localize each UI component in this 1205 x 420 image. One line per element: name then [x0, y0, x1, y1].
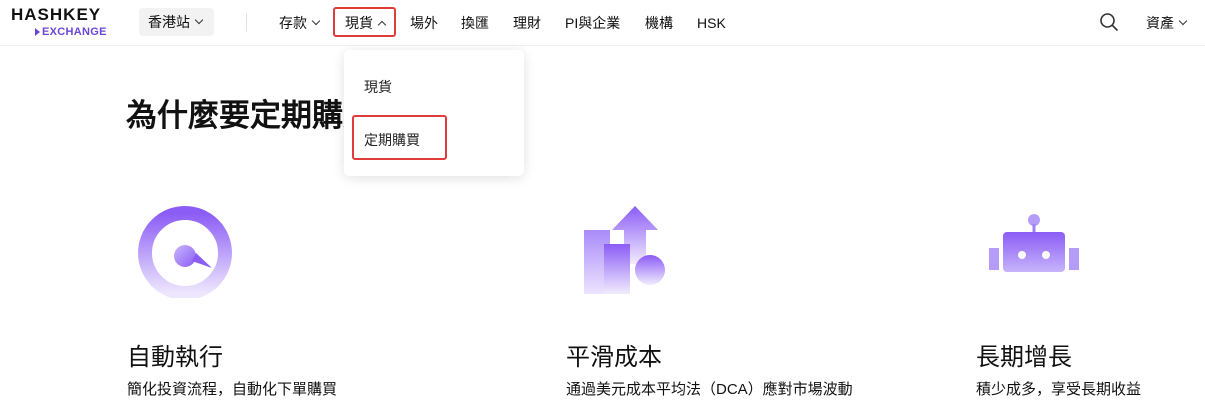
- feature-title-long-term: 長期增長: [976, 344, 1072, 371]
- nav-item-label: PI與企業: [565, 15, 621, 31]
- logo-wordmark: HASHKEY: [11, 5, 102, 24]
- dropdown-highlight-box: [352, 115, 447, 160]
- chevron-down-icon: [311, 16, 321, 26]
- nav-item-label: 場外: [410, 15, 438, 31]
- region-selector[interactable]: 香港站: [139, 8, 214, 36]
- nav-item-label: 機構: [645, 15, 673, 31]
- feature-desc-auto: 簡化投資流程，自動化下單購買: [127, 381, 338, 398]
- assets-menu[interactable]: 資產: [1146, 13, 1188, 33]
- nav-item-convert[interactable]: 換匯: [461, 13, 489, 33]
- headline-container: 為什麼要定期購買: [126, 80, 344, 140]
- clock-icon: [138, 206, 232, 298]
- search-icon[interactable]: [1099, 12, 1119, 32]
- nav-item-deposit[interactable]: 存款: [279, 13, 321, 33]
- hashkey-exchange-logo[interactable]: HASHKEY EXCHANGE: [11, 5, 121, 41]
- chevron-down-icon: [1178, 16, 1188, 26]
- nav-item-institution[interactable]: 機構: [645, 13, 673, 33]
- nav-item-label: 存款: [279, 15, 307, 31]
- nav-highlight-box: [333, 7, 396, 37]
- divider: [246, 13, 247, 31]
- growth-chart-icon: [584, 206, 665, 294]
- feature-desc-long-term: 積少成多，享受長期收益: [976, 381, 1142, 398]
- assets-label: 資產: [1146, 15, 1174, 31]
- chevron-down-icon: [194, 15, 204, 25]
- robot-icon: [989, 214, 1079, 272]
- nav-item-hsk[interactable]: HSK: [697, 13, 726, 33]
- feature-title-smooth-cost: 平滑成本: [566, 344, 662, 371]
- spot-dropdown-menu: 現貨 定期購買: [344, 50, 524, 176]
- nav-item-label: 理財: [513, 15, 541, 31]
- region-label: 香港站: [148, 14, 190, 30]
- nav-item-pi-enterprise[interactable]: PI與企業: [565, 13, 620, 33]
- feature-title-auto: 自動執行: [127, 344, 223, 371]
- nav-item-label: 換匯: [461, 15, 489, 31]
- nav-item-earn[interactable]: 理財: [513, 13, 541, 33]
- feature-desc-smooth-cost: 通過美元成本平均法（DCA）應對市場波動: [566, 381, 853, 398]
- page-headline: 為什麼要定期購買: [126, 98, 344, 133]
- top-navbar: HASHKEY EXCHANGE 香港站 存款 現貨 場外 換匯 理財 PI與企…: [0, 0, 1205, 46]
- dropdown-item-spot[interactable]: 現貨: [364, 77, 392, 97]
- nav-item-label: HSK: [697, 15, 726, 31]
- nav-item-otc[interactable]: 場外: [410, 13, 438, 33]
- logo-subtitle: EXCHANGE: [42, 26, 107, 38]
